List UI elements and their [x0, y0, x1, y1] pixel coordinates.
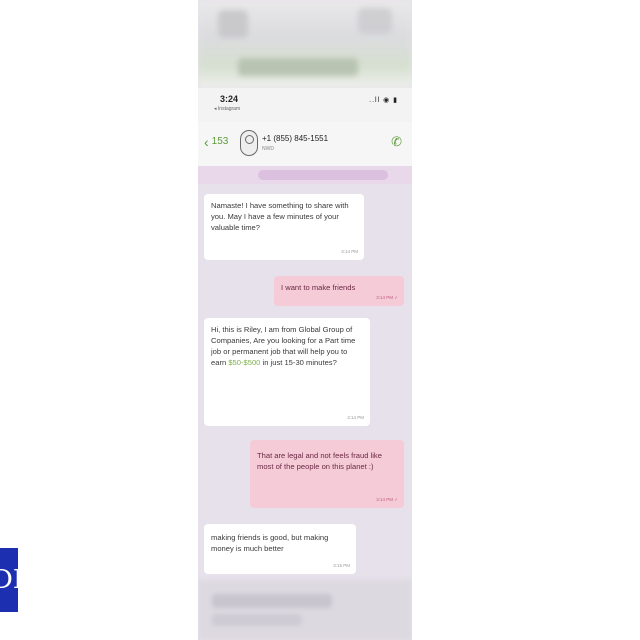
chevron-left-icon: ‹ — [204, 133, 209, 150]
status-time: 3:24 — [220, 94, 239, 104]
message-time: 3:14 PM ✓ — [376, 295, 398, 300]
message-incoming: Namaste! I have something to share with … — [204, 194, 364, 260]
phone-screenshot: 3:24 ◂ Instagram ..ll ◉ ▮ ‹ 153 +1 (855)… — [198, 0, 412, 640]
publisher-logo: DI — [0, 548, 18, 612]
left-background — [0, 0, 200, 640]
message-text: making friends is good, but making money… — [211, 533, 329, 553]
message-text: I want to make friends — [281, 283, 356, 292]
status-icons: ..ll ◉ ▮ — [369, 97, 398, 104]
back-button[interactable]: ‹ 153 — [204, 133, 229, 150]
status-back-app[interactable]: ◂ Instagram — [214, 106, 240, 112]
chat-header: ‹ 153 +1 (855) 845-1551 NWD ✆ — [198, 122, 412, 167]
message-text: Namaste! I have something to share with … — [211, 201, 349, 232]
message-time: 3:15 PM — [333, 563, 350, 568]
back-count: 153 — [211, 136, 229, 147]
contact-subtitle: NWD — [262, 146, 274, 152]
money-amount: $50-$500 — [228, 358, 261, 367]
phone-call-icon[interactable]: ✆ — [391, 134, 402, 150]
message-outgoing: I want to make friends 3:14 PM ✓ — [274, 276, 404, 306]
message-outgoing: That are legal and not feels fraud like … — [250, 440, 404, 508]
contact-name[interactable]: +1 (855) 845-1551 — [262, 134, 328, 143]
avatar[interactable] — [240, 130, 258, 156]
message-time: 3:14 PM — [341, 249, 358, 254]
message-incoming: Hi, this is Riley, I am from Global Grou… — [204, 318, 370, 426]
message-text: in just 15-30 minutes? — [260, 358, 337, 367]
blurred-bottom-area — [198, 580, 412, 640]
message-time: 3:14 PM ✓ — [376, 497, 398, 502]
blurred-top-area — [198, 0, 412, 88]
status-bar: 3:24 ◂ Instagram ..ll ◉ ▮ — [198, 88, 412, 122]
message-time: 3:14 PM — [347, 415, 364, 420]
encryption-banner — [198, 166, 412, 184]
message-incoming: making friends is good, but making money… — [204, 524, 356, 574]
message-text: That are legal and not feels fraud like … — [257, 451, 382, 471]
